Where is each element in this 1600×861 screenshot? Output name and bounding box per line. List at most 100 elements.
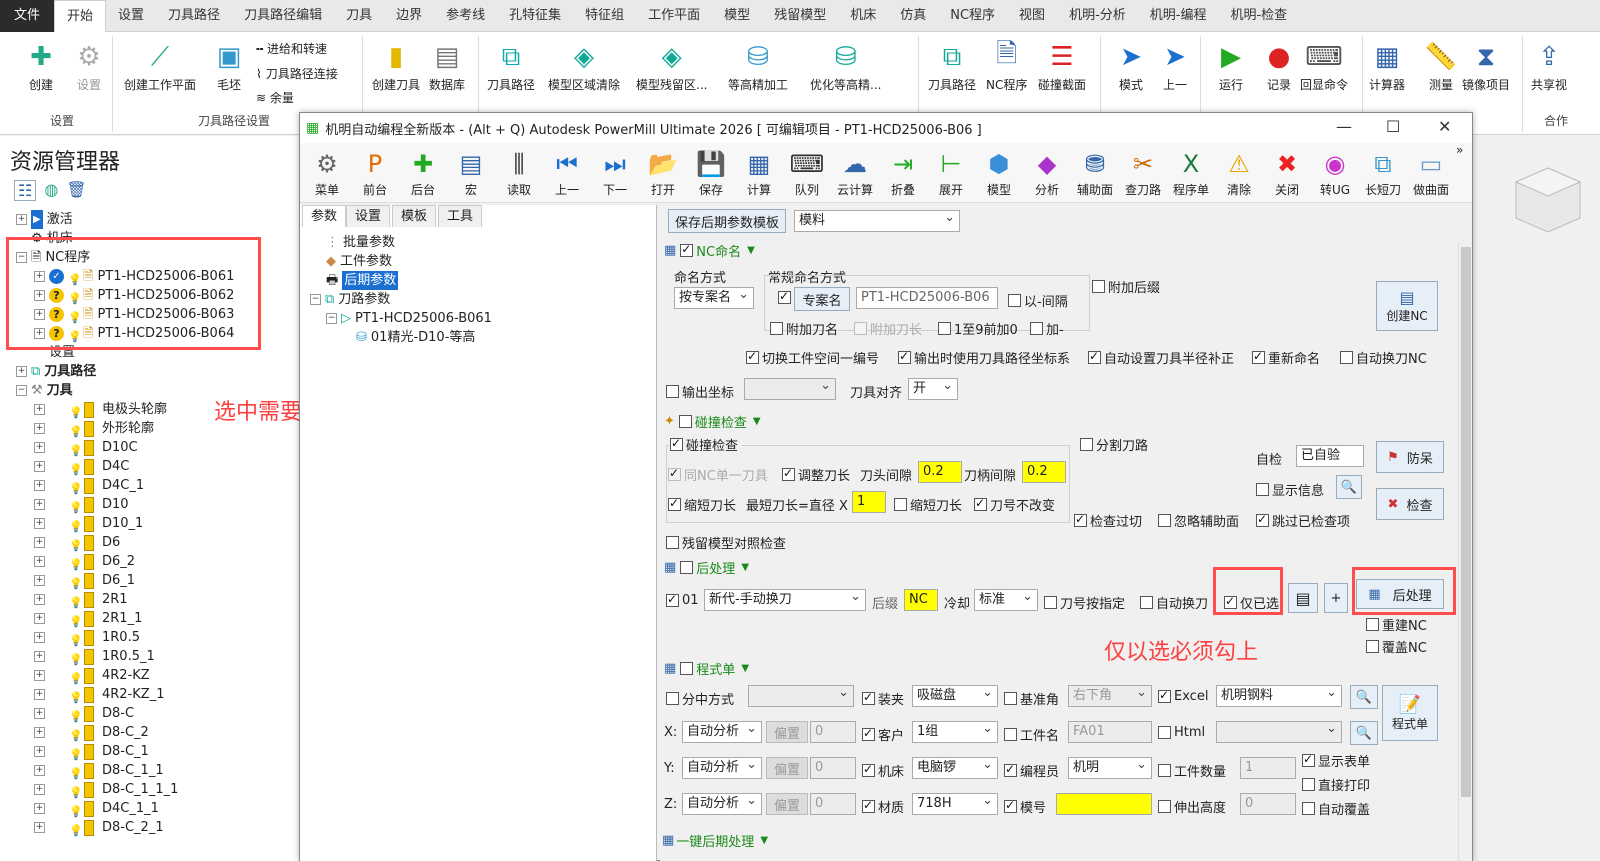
project-checkbox[interactable] — [778, 289, 794, 304]
minimize-icon[interactable]: — — [1336, 117, 1352, 136]
adjust-length-checkbox[interactable]: 调整刀长 — [782, 465, 850, 484]
tool-list-item[interactable]: + 💡 D6 — [16, 533, 234, 552]
sheet-section-checkbox[interactable] — [680, 662, 694, 675]
same-tool-checkbox[interactable]: 同NC单一刀具 — [668, 465, 768, 484]
tool-list-item[interactable]: + 💡 D8-C — [16, 704, 234, 723]
mold-number-checkbox[interactable]: 模号 — [1004, 797, 1046, 816]
section-one-key-post[interactable]: ▦ 一键后期处理 ▼ — [662, 831, 768, 850]
toolbar-btn-11[interactable]: ☁ 云计算 — [832, 147, 878, 198]
toolbar-btn-22[interactable]: ⧉ 长短刀 — [1360, 147, 1406, 198]
tab-templates[interactable]: 模板 — [392, 205, 437, 227]
clamp-select[interactable]: 吸磁盘 — [912, 685, 998, 707]
create-nc-button[interactable]: ▤ 创建NC — [1376, 281, 1438, 331]
tool-list-item[interactable]: + 💡 1R0.5 — [16, 628, 234, 647]
auto-tool-change-checkbox[interactable]: 自动换刀 — [1140, 593, 1208, 612]
coolant-select[interactable]: 标准 — [974, 589, 1038, 611]
tree-post-params[interactable]: 🖶 后期参数 — [310, 271, 492, 290]
allowance-button[interactable]: ≋ 余量 — [256, 89, 294, 106]
opt-const-z-button[interactable]: ⛁ 优化等高精... — [810, 38, 881, 93]
z-offset-input[interactable]: 0 — [810, 793, 856, 815]
ribbon-tab-4[interactable]: 刀具路径编辑 — [232, 0, 334, 32]
tool-list-item[interactable]: + 💡 D10 — [16, 495, 234, 514]
post-config-button[interactable]: ▤ — [1288, 583, 1318, 613]
x-mode-select[interactable]: 自动分析 — [682, 721, 762, 743]
x-offset-button[interactable]: 偏置 — [766, 721, 808, 743]
rest-model-checkbox[interactable]: 残留模型对照检查 — [666, 533, 786, 552]
tool-list-item[interactable]: + 💡 4R2-KZ — [16, 666, 234, 685]
auto-change-nc-checkbox[interactable]: 自动换刀NC — [1340, 348, 1427, 367]
scrollbar-thumb[interactable] — [1461, 247, 1471, 797]
blank-button[interactable]: ▣ 毛坯 — [210, 38, 248, 93]
ribbon-tab-3[interactable]: 刀具路径 — [156, 0, 232, 32]
post-row-checkbox[interactable]: 01 — [666, 592, 699, 608]
save-template-button[interactable]: 保存后期参数模板 — [668, 209, 786, 233]
toolbar-btn-0[interactable]: ⚙ 菜单 — [304, 147, 350, 198]
toolbar-btn-3[interactable]: ▤ 宏 — [448, 147, 494, 198]
html-checkbox[interactable]: Html — [1158, 725, 1205, 740]
append-length-checkbox[interactable]: 附加刀长 — [854, 319, 922, 338]
const-z-finish-button[interactable]: ⛁ 等高精加工 — [728, 38, 788, 93]
overcut-checkbox[interactable]: 检查过切 — [1074, 511, 1142, 530]
overwrite-nc-checkbox[interactable]: 覆盖NC — [1366, 637, 1427, 656]
post-processor-select[interactable]: 新代-手动换刀 — [704, 589, 866, 611]
post-section-checkbox[interactable] — [680, 561, 694, 574]
ribbon-tab-19[interactable]: 机明-检查 — [1218, 0, 1299, 32]
collision-section-checkbox[interactable] — [678, 415, 692, 428]
tree-workpiece-params[interactable]: ◆ 工件参数 — [310, 252, 492, 271]
extension-height-input[interactable]: 0 — [1240, 793, 1296, 815]
toolbar-btn-16[interactable]: ⛃ 辅助面 — [1072, 147, 1118, 198]
create-button[interactable]: ✚ 创建 — [22, 38, 60, 93]
toolbar-btn-19[interactable]: ⚠ 清除 — [1216, 147, 1262, 198]
min-length-input[interactable]: 1 — [852, 491, 886, 513]
extension-height-checkbox[interactable]: 伸出高度 — [1158, 797, 1226, 816]
share-button[interactable]: ⇪ 共享视 — [1530, 38, 1568, 93]
create-tool-button[interactable]: ▮ 创建刀具 — [372, 38, 420, 93]
tool-list-item[interactable]: + 💡 D4C_1 — [16, 476, 234, 495]
search-info-button[interactable]: 🔍 — [1336, 475, 1362, 499]
tree-operation[interactable]: ⛁ 01精光-D10-等高 — [310, 328, 492, 347]
add-dash-checkbox[interactable]: 加- — [1030, 319, 1064, 338]
suffix-input[interactable]: NC — [904, 589, 938, 611]
tool-list-item[interactable]: + 💡 D10_1 — [16, 514, 234, 533]
shorten-length-2-checkbox[interactable]: 缩短刀长 — [894, 495, 962, 514]
vertical-scrollbar[interactable] — [1458, 243, 1472, 861]
ribbon-tab-18[interactable]: 机明-编程 — [1138, 0, 1219, 32]
center-mode-checkbox[interactable]: 分中方式 — [666, 689, 734, 708]
shorten-length-checkbox[interactable]: 缩短刀长 — [668, 495, 736, 514]
tool-list-item[interactable]: + 💡 1R0.5_1 — [16, 647, 234, 666]
material-checkbox[interactable]: 材质 — [862, 797, 904, 816]
tree-item-activate[interactable]: + ▶ 激活 — [16, 210, 234, 229]
template-select[interactable]: 模料 — [794, 210, 960, 232]
settings-button[interactable]: ⚙ 设置 — [70, 38, 108, 93]
rename-checkbox[interactable]: 重新命名 — [1252, 348, 1320, 367]
toolbar-btn-6[interactable]: ⏭ 下一 — [592, 147, 638, 198]
excel-search-button[interactable]: 🔍 — [1350, 685, 1378, 709]
head-gap-input[interactable]: 0.2 — [918, 461, 962, 483]
tree-item-toolpaths[interactable]: + ⧉ 刀具路径 — [16, 362, 234, 381]
toolbar-btn-18[interactable]: X 程序单 — [1168, 147, 1214, 198]
tool-list-item[interactable]: + 💡 D8-C_1_1 — [16, 761, 234, 780]
clamp-checkbox[interactable]: 装夹 — [862, 689, 904, 708]
section-nc-naming[interactable]: ▦NC命名▼ — [664, 241, 755, 260]
model-rest-area-button[interactable]: ◈ 模型残留区... — [636, 38, 707, 93]
y-offset-input[interactable]: 0 — [810, 757, 856, 779]
split-toolpath-checkbox[interactable]: 分割刀路 — [1080, 435, 1148, 454]
toolbar-btn-12[interactable]: ⇥ 折叠 — [880, 147, 926, 198]
ribbon-tab-17[interactable]: 机明-分析 — [1057, 0, 1138, 32]
globe-icon[interactable]: ◍ — [44, 180, 58, 201]
ribbon-tab-7[interactable]: 参考线 — [434, 0, 497, 32]
tool-list-item[interactable]: + 💡 2R1 — [16, 590, 234, 609]
y-offset-button[interactable]: 偏置 — [766, 757, 808, 779]
tree-batch-params[interactable]: ⋮ 批量参数 — [310, 233, 492, 252]
record-button[interactable]: ● 记录 — [1260, 38, 1298, 93]
customer-select[interactable]: 1组 — [912, 721, 998, 743]
prev-button[interactable]: ➤ 上一 — [1156, 38, 1194, 93]
append-tool-checkbox[interactable]: 附加刀名 — [770, 319, 838, 338]
maximize-icon[interactable]: ☐ — [1386, 117, 1400, 136]
tree-toolpath-params[interactable]: − ⧉ 刀路参数 — [310, 290, 492, 309]
ribbon-tab-13[interactable]: 机床 — [838, 0, 888, 32]
ignore-aux-checkbox[interactable]: 忽略辅助面 — [1158, 511, 1239, 530]
toolbar-btn-21[interactable]: ◉ 转UG — [1312, 147, 1358, 198]
tool-list-item[interactable]: + 💡 外形轮廓 — [16, 419, 234, 438]
section-post[interactable]: ▦ 后处理 ▼ — [664, 558, 749, 577]
